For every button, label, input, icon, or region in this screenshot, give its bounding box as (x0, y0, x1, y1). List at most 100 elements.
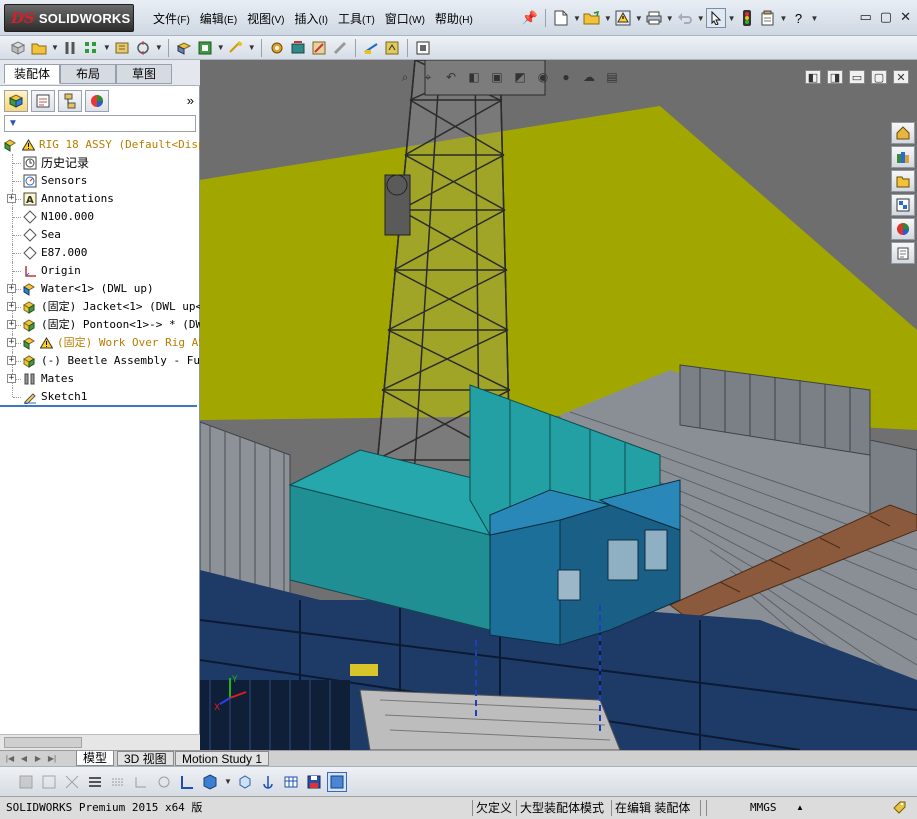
tree-item[interactable]: Sketch1 (0, 388, 200, 406)
collapse-right-icon[interactable]: ◨ (827, 70, 843, 84)
menu-item-3[interactable]: 插入(I) (290, 10, 333, 28)
hide-show-items-icon[interactable]: ◉ (534, 68, 552, 86)
design-library-icon[interactable] (891, 146, 915, 168)
chevron-down-icon[interactable]: ▼ (573, 14, 581, 23)
chevron-down-icon[interactable]: ▼ (604, 14, 612, 23)
3d-box-icon[interactable] (235, 772, 255, 792)
chevron-down-icon[interactable]: ▼ (51, 43, 59, 52)
dimension-icon[interactable] (177, 772, 197, 792)
tag-icon[interactable] (892, 800, 906, 816)
tab-first-icon[interactable]: |◀ (4, 753, 16, 765)
menu-item-0[interactable]: 文件(F) (148, 10, 195, 28)
explode-line-sketch-icon[interactable] (309, 38, 329, 58)
expand-icon[interactable]: + (7, 284, 16, 293)
show-hidden-components-icon[interactable] (174, 38, 194, 58)
restore-icon[interactable]: ▢ (871, 70, 887, 84)
property-icon[interactable] (154, 772, 174, 792)
rebuild-warning-icon[interactable] (613, 8, 633, 28)
tree-item[interactable]: + (固定) Pontoon<1>-> * (DWL (0, 316, 200, 334)
new-document-icon[interactable] (551, 8, 571, 28)
interference-detection-icon[interactable] (330, 38, 350, 58)
new-part-icon[interactable] (29, 38, 49, 58)
zoom-to-fit-icon[interactable]: ⌕ (396, 68, 414, 86)
chevron-right-icon[interactable]: » (187, 93, 194, 108)
rebuild-traffic-light-icon[interactable] (737, 8, 757, 28)
menu-item-5[interactable]: 窗口(W) (380, 10, 430, 28)
menu-item-1[interactable]: 编辑(E) (195, 10, 242, 28)
file-properties-icon[interactable] (758, 8, 778, 28)
tree-item[interactable]: + (-) Beetle Assembly - Full (0, 352, 200, 370)
help-icon[interactable]: ? (788, 8, 808, 28)
mate-icon[interactable] (60, 38, 80, 58)
chevron-down-icon[interactable]: ▼ (666, 14, 674, 23)
save-icon[interactable] (304, 772, 324, 792)
chevron-down-icon[interactable]: ▼ (697, 14, 705, 23)
exploded-view-icon[interactable] (288, 38, 308, 58)
shaded-icon[interactable] (16, 772, 36, 792)
close-icon[interactable]: ✕ (900, 9, 911, 25)
tab-3d-views[interactable]: 3D 视图 (117, 751, 174, 766)
view-settings-icon[interactable]: ▤ (603, 68, 621, 86)
chevron-down-icon[interactable]: ▼ (635, 14, 643, 23)
display-manager-icon[interactable] (85, 90, 109, 112)
solidworks-logo[interactable]: DS SOLIDWORKS (4, 4, 134, 32)
menu-item-2[interactable]: 视图(V) (242, 10, 289, 28)
zoom-area-icon[interactable]: ⌖ (419, 68, 437, 86)
list-view-icon[interactable] (85, 772, 105, 792)
tab-assembly[interactable]: 装配体 (4, 64, 60, 84)
tree-item[interactable]: Sea (0, 226, 200, 244)
grid-view-icon[interactable] (108, 772, 128, 792)
menu-item-4[interactable]: 工具(T) (333, 10, 380, 28)
chevron-down-icon[interactable]: ▼ (217, 43, 225, 52)
graphics-area[interactable]: ⌕ ⌖ ↶ ◧ ▣ ◩ ◉ ● ☁ ▤ ◧ ◨ ▭ ▢ ✕ Y X (200, 60, 917, 750)
bill-of-materials-icon[interactable] (267, 38, 287, 58)
tree-item[interactable]: Sensors (0, 172, 200, 190)
open-folder-icon[interactable] (582, 8, 602, 28)
restore-icon[interactable]: ▢ (880, 9, 892, 25)
close-icon[interactable]: ✕ (893, 70, 909, 84)
linear-pattern-icon[interactable] (81, 38, 101, 58)
tree-item[interactable]: Origin (0, 262, 200, 280)
edit-appearance-icon[interactable]: ● (557, 68, 575, 86)
instant3d-icon[interactable] (361, 38, 381, 58)
chevron-down-icon[interactable]: ▼ (103, 43, 111, 52)
appearances-scenes-icon[interactable] (891, 218, 915, 240)
tree-item[interactable]: 历史记录 (0, 154, 200, 172)
reference-geometry-icon[interactable] (226, 38, 246, 58)
tab-next-icon[interactable]: ▶ (32, 753, 44, 765)
chevron-down-icon[interactable]: ▼ (248, 43, 256, 52)
feature-tree-filter[interactable]: ▼ (4, 115, 196, 132)
expand-icon[interactable]: + (7, 374, 16, 383)
display-style-icon[interactable]: ◩ (511, 68, 529, 86)
tab-layout[interactable]: 布局 (60, 64, 116, 84)
tab-prev-icon[interactable]: ◀ (18, 753, 30, 765)
tree-item[interactable]: + (固定) Jacket<1> (DWL up< (0, 298, 200, 316)
configuration-manager-icon[interactable] (58, 90, 82, 112)
previous-view-icon[interactable]: ↶ (442, 68, 460, 86)
tree-item[interactable]: E87.000 (0, 244, 200, 262)
model-rendering[interactable] (200, 60, 917, 750)
table-swap-icon[interactable] (131, 772, 151, 792)
undo-icon[interactable] (675, 8, 695, 28)
print-icon[interactable] (644, 8, 664, 28)
expand-icon[interactable]: + (7, 338, 16, 347)
file-explorer-icon[interactable] (891, 170, 915, 192)
table-icon[interactable] (281, 772, 301, 792)
display-pane-icon[interactable] (200, 772, 220, 792)
tree-item[interactable]: N100.000 (0, 208, 200, 226)
expand-icon[interactable]: + (7, 302, 16, 311)
collapse-left-icon[interactable]: ◧ (805, 70, 821, 84)
tab-sketch[interactable]: 草图 (116, 64, 172, 84)
move-component-icon[interactable] (133, 38, 153, 58)
expand-icon[interactable]: + (7, 356, 16, 365)
chevron-down-icon[interactable]: ▼ (810, 14, 818, 23)
units-selector[interactable]: MMGS (750, 800, 777, 816)
section-view-icon[interactable]: ◧ (465, 68, 483, 86)
pushpin-icon[interactable]: 📌 (520, 8, 540, 28)
custom-properties-icon[interactable] (891, 242, 915, 264)
take-snapshot-icon[interactable] (413, 38, 433, 58)
tab-last-icon[interactable]: ▶| (46, 753, 58, 765)
anchor-icon[interactable] (258, 772, 278, 792)
property-manager-icon[interactable] (31, 90, 55, 112)
scrollbar-thumb[interactable] (4, 737, 82, 748)
